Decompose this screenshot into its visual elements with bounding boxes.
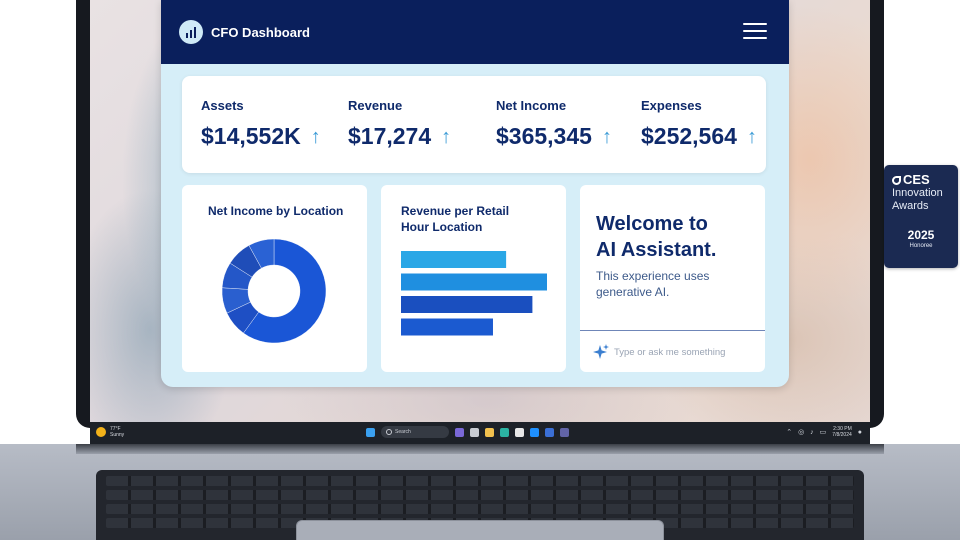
ask-assistant-input[interactable] (614, 344, 754, 360)
card-title: Net Income by Location (208, 204, 344, 218)
copilot-icon[interactable] (455, 427, 464, 437)
arrow-up-icon: ↑ (601, 125, 612, 148)
kpi-net-income[interactable]: Net Income $365,345 ↑ (496, 98, 612, 150)
network-icon[interactable]: ◎ (798, 428, 804, 436)
outlook-icon[interactable] (545, 427, 554, 437)
bar[interactable] (401, 273, 547, 291)
clock[interactable]: 2:30 PM 7/8/2024 (832, 426, 851, 438)
chevron-up-icon[interactable]: ⌃ (786, 428, 792, 436)
badge-line: Innovation (892, 187, 943, 199)
kpi-label: Assets (201, 98, 244, 113)
revenue-per-retail-hour-card[interactable]: Revenue per Retail Hour Location (381, 185, 566, 372)
bar[interactable] (401, 318, 493, 336)
kpi-value: $252,564 (641, 123, 737, 149)
kpi-value: $365,345 (496, 123, 592, 149)
kpi-assets[interactable]: Assets $14,552K ↑ (201, 98, 321, 150)
assistant-title: Welcome to AI Assistant. (596, 211, 716, 263)
arrow-up-icon: ↑ (746, 125, 757, 148)
kpi-revenue[interactable]: Revenue $17,274 ↑ (348, 98, 451, 150)
touchpad (296, 520, 664, 540)
file-explorer-icon[interactable] (485, 427, 494, 437)
bar[interactable] (401, 251, 507, 268)
edge-browser-icon[interactable] (500, 427, 509, 437)
taskbar-search[interactable]: Search (381, 426, 449, 438)
bar-chart (401, 251, 551, 341)
assistant-subtitle-line: generative AI. (596, 285, 670, 299)
donut-chart (219, 233, 329, 353)
sparkle-icon (592, 343, 610, 361)
card-title-line: Hour Location (401, 220, 483, 234)
teams-icon[interactable] (560, 427, 569, 437)
system-tray: ⌃ ◎ ♪ ▭ 2:30 PM 7/8/2024 ● (786, 426, 862, 438)
cfo-dashboard-window: CFO Dashboard Assets $14,552K ↑ Revenue … (161, 0, 789, 387)
chart-logo-icon (179, 20, 203, 44)
task-view-icon[interactable] (470, 427, 479, 437)
assistant-subtitle-line: This experience uses (596, 269, 710, 283)
hamburger-menu-icon[interactable] (743, 23, 767, 39)
kpi-label: Revenue (348, 98, 403, 113)
net-income-by-location-card[interactable]: Net Income by Location (182, 185, 367, 372)
weather-desc: Sunny (110, 432, 125, 438)
arrow-up-icon: ↑ (310, 125, 321, 148)
windows-start-icon[interactable] (366, 427, 375, 437)
kpi-value: $14,552K (201, 123, 301, 149)
kpi-label: Net Income (496, 98, 567, 113)
store-icon[interactable] (515, 427, 524, 437)
laptop-hinge (76, 444, 884, 454)
sun-icon (96, 427, 106, 437)
card-title: Revenue per Retail Hour Location (401, 203, 509, 235)
taskbar-apps: Search (366, 426, 569, 438)
dell-app-icon[interactable] (530, 427, 539, 437)
kpi-expenses[interactable]: Expenses $252,564 ↑ (641, 98, 757, 150)
divider (580, 330, 765, 331)
weather-widget[interactable]: 77°F Sunny (96, 426, 124, 438)
assistant-title-line: Welcome to (596, 213, 708, 235)
assistant-title-line: AI Assistant. (596, 239, 717, 261)
bell-icon[interactable]: ● (858, 429, 862, 436)
ces-innovation-award-badge: CES Innovation Awards 2025 Honoree (884, 165, 958, 268)
ces-logo-icon (892, 175, 901, 185)
kpi-label: Expenses (641, 98, 702, 113)
bar[interactable] (401, 296, 533, 313)
assistant-subtitle: This experience uses generative AI. (596, 268, 746, 300)
clock-date: 7/8/2024 (832, 432, 852, 438)
arrow-up-icon: ↑ (441, 125, 452, 148)
kpi-summary-card: Assets $14,552K ↑ Revenue $17,274 ↑ Net … (182, 76, 766, 173)
ces-logo: CES (892, 173, 950, 187)
ai-assistant-card: Welcome to AI Assistant. This experience… (580, 185, 765, 372)
badge-honoree: Honoree (909, 243, 933, 249)
card-title-line: Revenue per Retail (401, 204, 510, 218)
app-title: CFO Dashboard (211, 24, 310, 40)
volume-icon[interactable]: ♪ (810, 429, 814, 436)
kpi-value: $17,274 (348, 123, 432, 149)
badge-line: Awards (892, 200, 929, 212)
app-header: CFO Dashboard (161, 0, 789, 64)
battery-icon[interactable]: ▭ (820, 428, 827, 436)
taskbar: 77°F Sunny Search ⌃ ◎ ♪ ▭ 2:30 PM 7/8/20… (90, 422, 870, 444)
badge-year: 2025 (907, 228, 935, 242)
ces-brand-text: CES (903, 172, 930, 187)
